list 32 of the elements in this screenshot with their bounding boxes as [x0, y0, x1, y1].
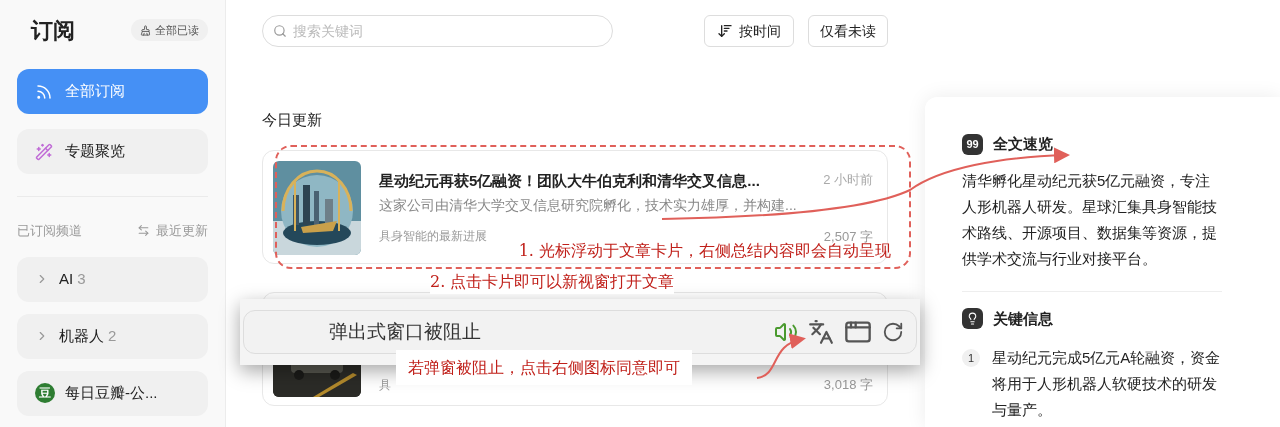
section-heading: 今日更新 — [262, 110, 323, 130]
channel-name: 每日豆瓣-公... — [65, 382, 158, 403]
article-time: 2 小时前 — [823, 170, 873, 189]
article-source: 具 — [379, 376, 391, 394]
channel-item[interactable]: 豆 每日豆瓣-公... — [17, 370, 208, 416]
section-title: 全文速览 — [993, 134, 1053, 154]
annotation-text: 2. 点击卡片即可以新视窗打开文章 — [430, 270, 675, 294]
sort-button[interactable]: 按时间 — [704, 15, 794, 47]
channel-item[interactable]: AI 3 — [17, 256, 208, 302]
feed-logo-icon: 豆 — [35, 383, 55, 403]
unread-filter-button[interactable]: 仅看未读 — [808, 15, 888, 47]
sidebar-title: 订阅 — [31, 16, 75, 45]
channel-name: 机器人 — [59, 325, 104, 346]
article-title: 星动纪元再获5亿融资！团队大牛伯克利和清华交叉信息... — [379, 170, 760, 191]
section-label: 已订阅频道 — [17, 222, 82, 240]
summary-text: 清华孵化星动纪元获5亿元融资，专注人形机器人研发。星球汇集具身智能技术路线、开源项目、数据集等资源，提供学术交流与行业对接平台。 — [962, 170, 1218, 269]
mark-all-read-button[interactable]: 全部已读 — [131, 19, 208, 41]
channel-name: AI — [59, 268, 74, 289]
nav-item[interactable]: 专题聚览 — [17, 129, 208, 174]
key-point-text: 星动纪元完成5亿元A轮融资，资金将用于人形机器人软硬技术的研发与量产。 — [992, 348, 1222, 420]
popup-blocked-message: 弹出式窗口被阻止 — [329, 319, 482, 344]
article-source: 具身智能的最新进展 — [379, 228, 487, 246]
channel-item[interactable]: 机器人 2 — [17, 313, 208, 359]
annotation-text: 若弹窗被阻止，点击右侧图标同意即可 — [408, 356, 680, 379]
word-count: 3,018 字 — [823, 376, 873, 394]
channel-count: 3 — [77, 268, 86, 289]
search-field[interactable]: 搜索关键词 — [262, 15, 613, 47]
section-title: 关键信息 — [993, 308, 1053, 329]
quote-icon: 99 — [962, 133, 983, 155]
article-summary: 这家公司由清华大学交叉信息研究院孵化，技术实力雄厚，并构建... — [379, 195, 798, 215]
channel-count: 2 — [108, 325, 117, 346]
list-number: 1 — [962, 349, 980, 367]
